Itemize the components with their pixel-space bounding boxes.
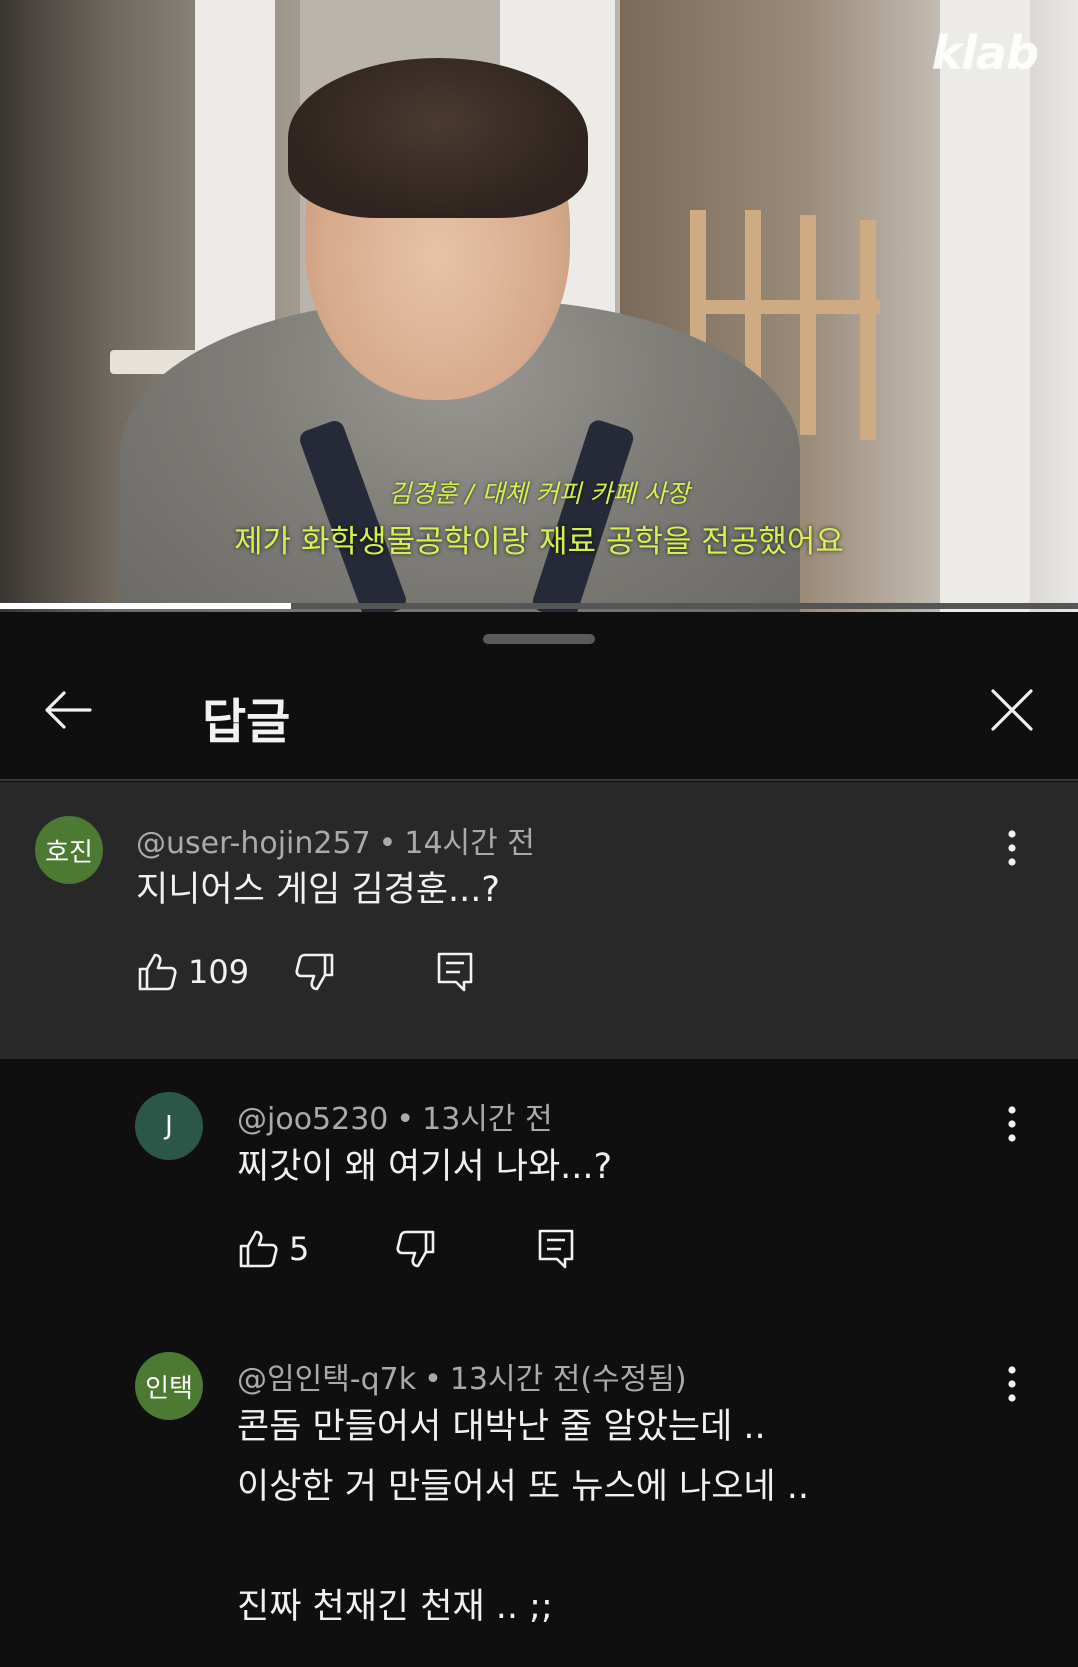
video-chair	[800, 215, 816, 435]
thumbs-down-icon	[396, 1230, 435, 1268]
dislike-button[interactable]	[395, 1221, 437, 1277]
more-vertical-icon	[1008, 1106, 1016, 1142]
comment-time[interactable]: 13시간 전	[422, 1102, 553, 1137]
video-chair	[690, 300, 880, 314]
more-options-button[interactable]	[992, 818, 1032, 878]
avatar[interactable]: 인택	[135, 1352, 203, 1420]
like-count: 109	[188, 953, 250, 991]
header-divider	[0, 779, 1078, 781]
video-player[interactable]: klab 김경훈 / 대체 커피 카페 사장 제가 화학생물공학이랑 재료 공학…	[0, 0, 1078, 612]
thumbs-up-icon	[138, 953, 177, 991]
comment-author[interactable]: @임인택-q7k	[237, 1362, 416, 1397]
avatar[interactable]: J	[135, 1092, 203, 1160]
comment-author[interactable]: @user-hojin257	[136, 826, 371, 861]
close-icon	[991, 689, 1033, 731]
reply-comment-icon	[538, 1229, 574, 1269]
comment-meta: @joo5230 • 13시간 전	[237, 1094, 553, 1138]
comment-text: 지니어스 게임 김경훈...?	[136, 870, 501, 910]
comment-text-line: 이상한 거 만들어서 또 뉴스에 나오네 ..	[237, 1467, 810, 1507]
comment-actions: 5	[237, 1221, 737, 1277]
thumbs-up-icon	[239, 1230, 278, 1268]
like-button[interactable]: 109	[136, 944, 249, 1000]
channel-logo: klab	[931, 26, 1039, 80]
reply-button[interactable]	[436, 944, 474, 1000]
parent-comment: 호진 @user-hojin257 • 14시간 전 지니어스 게임 김경훈...?…	[0, 782, 1078, 1059]
meta-separator: •	[424, 1362, 442, 1397]
more-vertical-icon	[1008, 830, 1016, 866]
video-chair	[860, 220, 876, 440]
drag-handle[interactable]	[483, 634, 595, 644]
reply-comment: J @joo5230 • 13시간 전 찌갓이 왜 여기서 나와...? 5	[0, 1059, 1078, 1319]
back-button[interactable]	[36, 678, 100, 742]
comment-time[interactable]: 14시간 전	[404, 826, 535, 861]
reply-comment: 인택 @임인택-q7k • 13시간 전(수정됨) 콘돔 만들어서 대박난 줄 알았…	[0, 1319, 1078, 1667]
avatar-label: J	[165, 1111, 173, 1141]
reply-button[interactable]	[537, 1221, 575, 1277]
video-progress-bar[interactable]	[0, 603, 1078, 609]
more-vertical-icon	[1008, 1366, 1016, 1402]
meta-separator: •	[396, 1102, 415, 1137]
comment-meta: @임인택-q7k • 13시간 전(수정됨)	[237, 1354, 687, 1398]
comment-meta: @user-hojin257 • 14시간 전	[136, 818, 535, 862]
like-count: 5	[289, 1230, 310, 1268]
comment-time[interactable]: 13시간 전(수정됨)	[450, 1362, 687, 1397]
avatar-label: 인택	[145, 1373, 193, 1404]
more-options-button[interactable]	[992, 1354, 1032, 1414]
like-button[interactable]: 5	[237, 1221, 309, 1277]
avatar-label: 호진	[45, 837, 93, 868]
comment-text: 찌갓이 왜 여기서 나와...?	[237, 1147, 613, 1187]
dislike-button[interactable]	[294, 944, 336, 1000]
more-options-button[interactable]	[992, 1094, 1032, 1154]
thumbs-down-icon	[295, 953, 334, 991]
comment-actions: 109	[136, 944, 636, 1000]
comment-text-line: 진짜 천재긴 천재 .. ;;	[237, 1587, 553, 1627]
close-button[interactable]	[980, 678, 1044, 742]
reply-comment-icon	[437, 952, 473, 992]
sheet-header: 답글	[0, 652, 1078, 774]
arrow-left-icon	[45, 691, 92, 729]
sheet-title: 답글	[202, 694, 291, 750]
avatar[interactable]: 호진	[35, 816, 103, 884]
comment-author[interactable]: @joo5230	[237, 1102, 388, 1137]
subtitle-line: 제가 화학생물공학이랑 재료 공학을 전공했어요	[234, 524, 844, 560]
meta-separator: •	[378, 826, 397, 861]
video-progress-fill	[0, 603, 292, 609]
subtitle-name: 김경훈 / 대체 커피 카페 사장	[388, 479, 690, 508]
video-person-hair	[288, 58, 588, 218]
replies-sheet: 답글 호진 @user-hojin257 • 14시간 전 지니어스 게임 김경훈.…	[0, 612, 1078, 1667]
comment-text-line: 콘돔 만들어서 대박난 줄 알았는데 ..	[237, 1407, 766, 1447]
